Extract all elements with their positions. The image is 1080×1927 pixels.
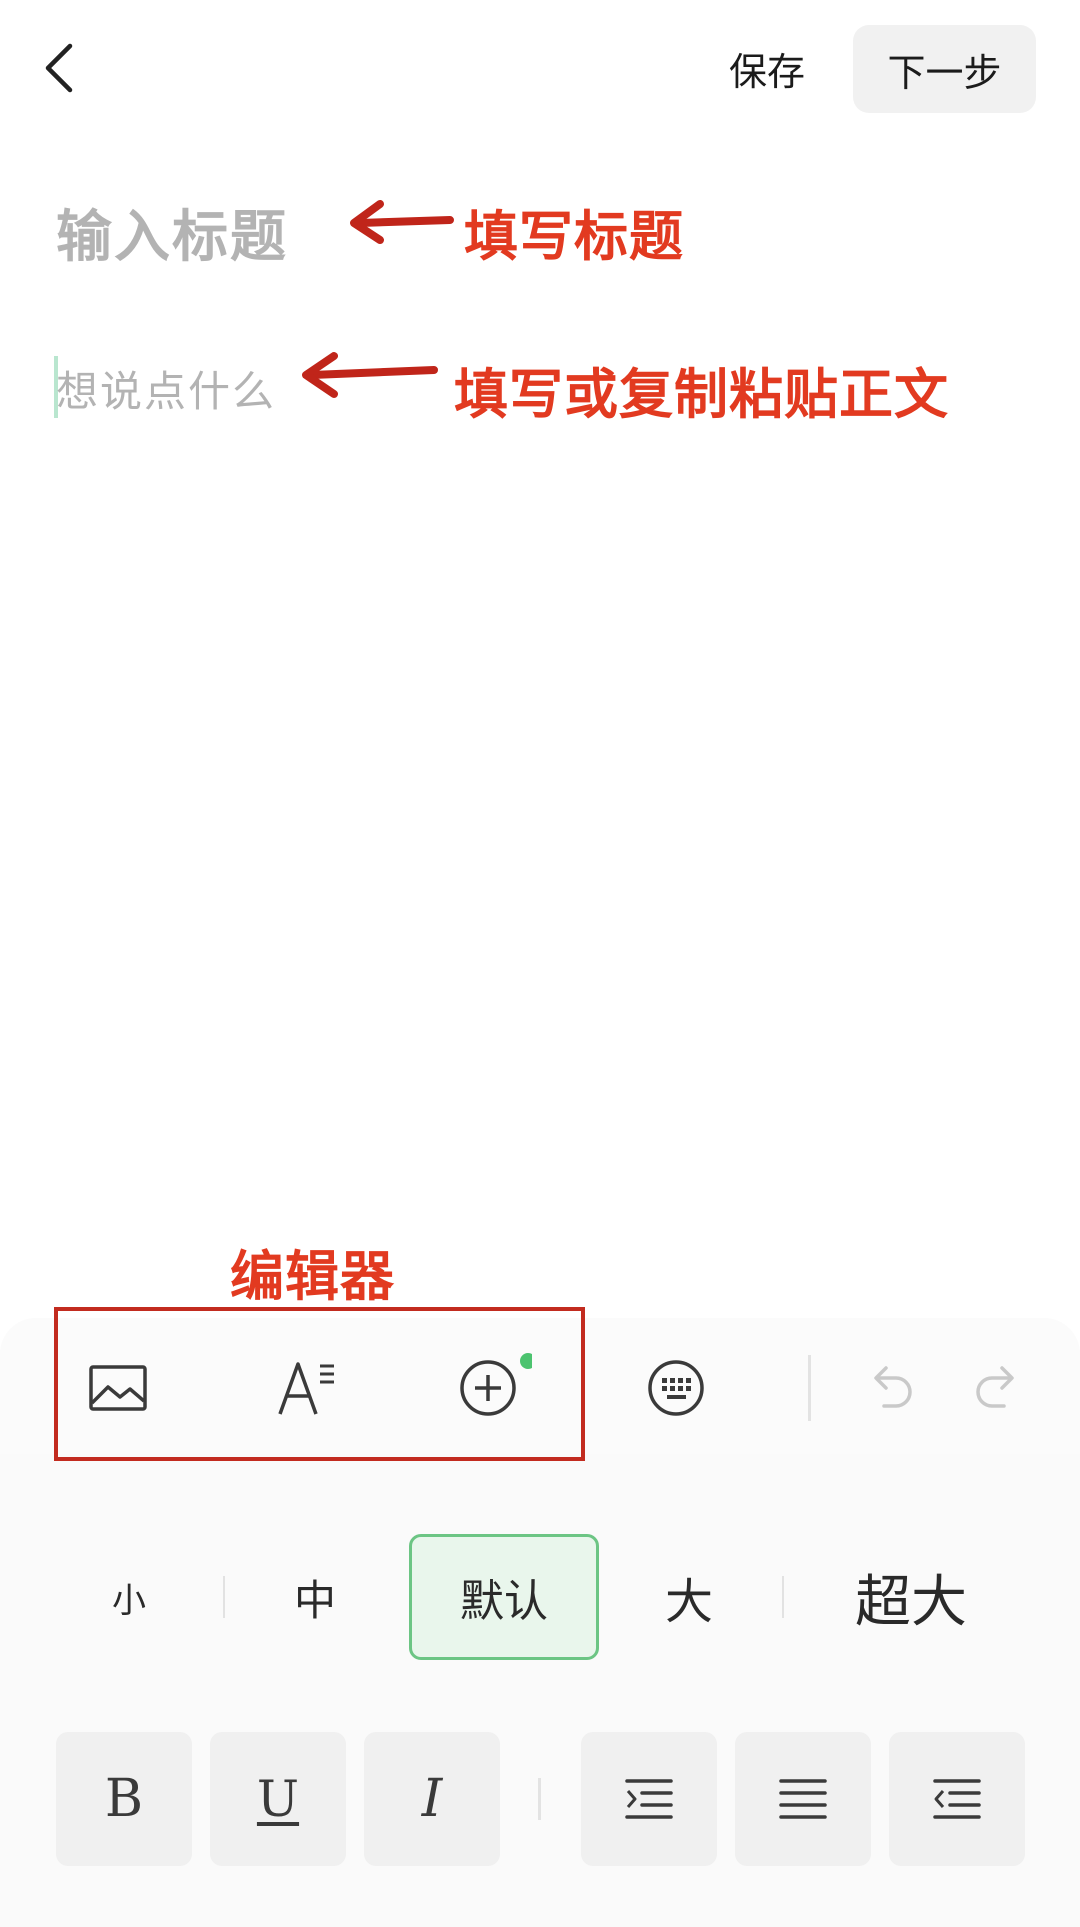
align-justify-button[interactable]: [735, 1732, 871, 1866]
undo-button[interactable]: [848, 1346, 932, 1430]
annotation-title-hint: 填写标题: [464, 205, 684, 268]
redo-button[interactable]: [956, 1346, 1040, 1430]
keyboard-icon: [648, 1360, 704, 1416]
format-divider: [538, 1778, 541, 1820]
font-size-default[interactable]: 默认: [409, 1534, 599, 1660]
font-size-large[interactable]: 大: [628, 1534, 750, 1660]
undo-icon: [874, 1366, 912, 1408]
font-size-medium[interactable]: 中: [254, 1534, 376, 1660]
chevron-left-icon: [45, 43, 73, 93]
body-input[interactable]: 想说点什么: [56, 358, 276, 419]
underline-button[interactable]: U: [210, 1732, 346, 1866]
redo-icon: [976, 1366, 1014, 1408]
font-size-divider: [782, 1576, 784, 1618]
keyboard-button[interactable]: [634, 1346, 718, 1430]
back-button[interactable]: [38, 40, 82, 96]
outdent-button[interactable]: [889, 1732, 1025, 1866]
annotation-editor-label: 编辑器: [230, 1245, 395, 1308]
font-size-extra-large[interactable]: 超大: [826, 1534, 996, 1660]
font-size-small[interactable]: 小: [68, 1534, 190, 1660]
align-justify-icon: [779, 1779, 827, 1819]
font-size-divider: [223, 1576, 225, 1618]
annotation-arrow-body: [302, 352, 438, 398]
save-button[interactable]: 保存: [712, 36, 822, 100]
bold-button[interactable]: B: [56, 1732, 192, 1866]
outdent-icon: [933, 1779, 981, 1819]
toolbar-divider: [808, 1355, 811, 1421]
next-step-button[interactable]: 下一步: [853, 25, 1036, 113]
title-input[interactable]: 输入标题: [56, 192, 288, 273]
indent-button[interactable]: [581, 1732, 717, 1866]
annotation-arrow-title: [350, 200, 454, 244]
annotation-editor-box: [54, 1307, 585, 1461]
indent-icon: [625, 1779, 673, 1819]
annotation-body-hint: 填写或复制粘贴正文: [454, 363, 949, 426]
italic-button[interactable]: I: [364, 1732, 500, 1866]
